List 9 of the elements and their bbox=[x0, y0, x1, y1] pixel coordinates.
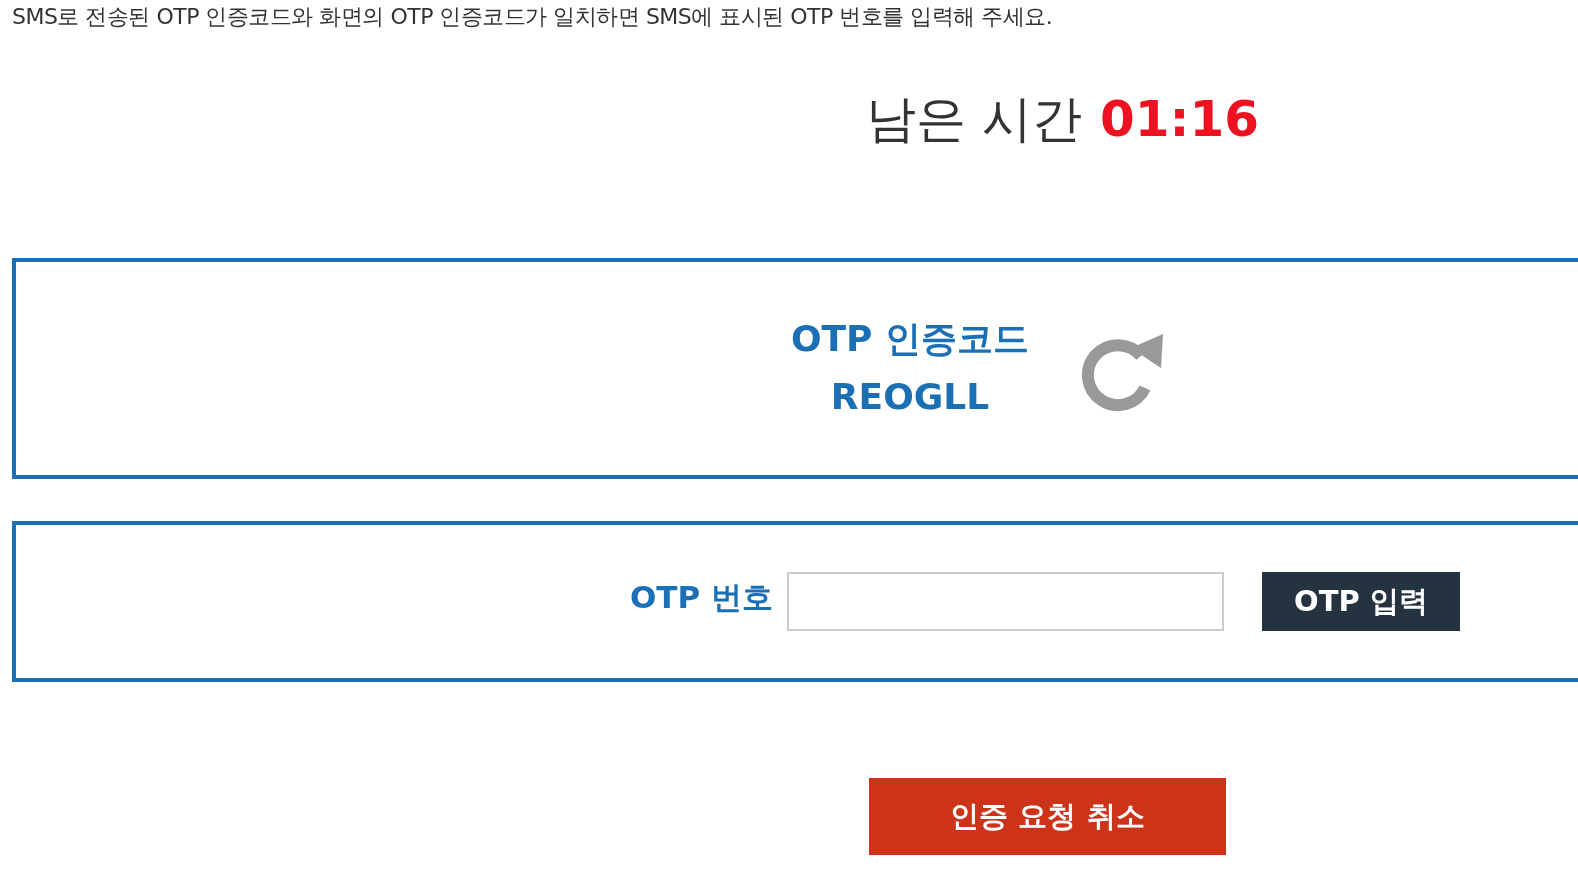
otp-submit-button[interactable]: OTP 입력 bbox=[1262, 572, 1460, 631]
timer-label: 남은 시간 bbox=[866, 88, 1082, 150]
otp-code: REOGLL bbox=[830, 374, 990, 419]
otp-input-field[interactable] bbox=[787, 572, 1224, 631]
code-title: OTP 인증코드 bbox=[790, 316, 1030, 361]
timer-value: 01:16 bbox=[1099, 88, 1260, 150]
otp-number-label: OTP 번호 bbox=[630, 578, 773, 618]
instruction-text: SMS로 전송된 OTP 인증코드와 화면의 OTP 인증코드가 일치하면 SMS에 표시된 OTP 번호를 입력해 주세요. bbox=[11, 3, 1054, 31]
cancel-request-button[interactable]: 인증 요청 취소 bbox=[869, 778, 1226, 855]
